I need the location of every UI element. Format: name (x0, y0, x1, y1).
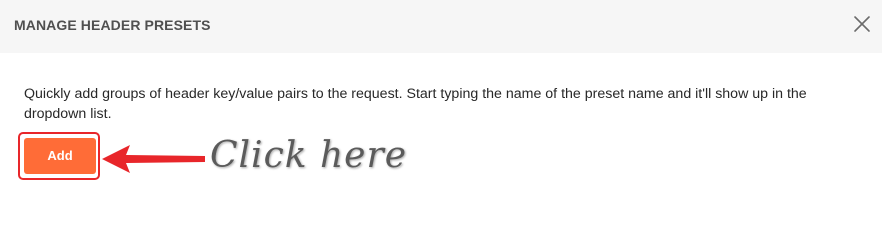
close-button[interactable] (853, 15, 871, 33)
add-button[interactable]: Add (24, 138, 96, 174)
close-icon (854, 16, 870, 32)
manage-header-presets-dialog: MANAGE HEADER PRESETS Quickly add groups… (0, 0, 882, 245)
dialog-header: MANAGE HEADER PRESETS (0, 0, 882, 53)
click-here-callout: Click here (210, 135, 407, 176)
dialog-description: Quickly add groups of header key/value p… (24, 86, 807, 122)
dialog-title: MANAGE HEADER PRESETS (14, 17, 211, 33)
arrow-left-icon (102, 145, 205, 173)
